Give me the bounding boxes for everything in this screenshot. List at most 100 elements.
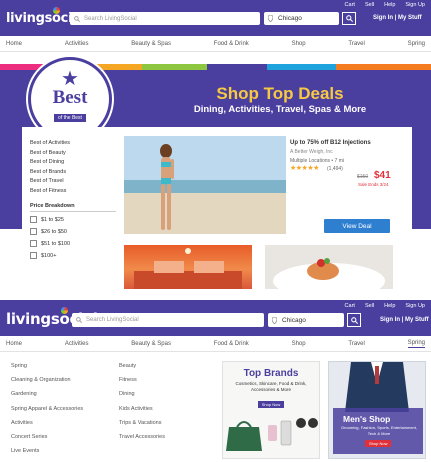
price-option-label: $1 to $25: [41, 216, 64, 223]
location-pin-icon: [272, 316, 277, 324]
category-link[interactable]: Best of Activities: [30, 139, 70, 149]
rating-stars-icon: ★★★★★: [290, 165, 319, 172]
location-input[interactable]: Chicago: [268, 313, 344, 327]
category-link[interactable]: Best of Beauty: [30, 149, 70, 159]
menu-item[interactable]: Fitness: [119, 373, 165, 387]
menu-item[interactable]: Concert Series: [11, 430, 83, 444]
nav-home[interactable]: Home: [6, 341, 22, 347]
price-checkbox[interactable]: $26 to $50: [30, 228, 67, 235]
sell-link[interactable]: Sell: [365, 303, 374, 309]
category-link[interactable]: Best of Travel: [30, 177, 70, 187]
location-input[interactable]: Chicago: [264, 12, 339, 25]
checkbox-icon[interactable]: [30, 240, 37, 247]
help-link[interactable]: Help: [384, 303, 395, 309]
nav-travel[interactable]: Travel: [348, 341, 364, 347]
price-breakdown-title: Price Breakdown: [30, 203, 75, 209]
cart-link[interactable]: Cart: [345, 303, 355, 309]
search-icon: [345, 15, 353, 22]
search-placeholder: Search LivingSocial: [86, 317, 139, 323]
food-image: [273, 258, 385, 289]
menu-item[interactable]: Activities: [11, 416, 83, 430]
checkbox-icon[interactable]: [30, 252, 37, 259]
shop-now-button[interactable]: Shop Now: [257, 401, 285, 408]
products-image: [226, 418, 318, 451]
promo-title: Men's Shop: [343, 414, 391, 424]
deal-thumbnail-spa[interactable]: [124, 245, 252, 289]
deal-image[interactable]: [124, 136, 286, 234]
signin-link[interactable]: Sign In | My Stuff: [380, 317, 429, 323]
deal-title[interactable]: Up to 75% off B12 Injections: [290, 140, 371, 146]
deal-thumbnail-food[interactable]: [265, 245, 393, 289]
search-icon: [76, 317, 82, 323]
checkbox-icon[interactable]: [30, 228, 37, 235]
price-checkbox[interactable]: $1 to $25: [30, 216, 64, 223]
sell-link[interactable]: Sell: [365, 2, 374, 8]
nav-activities[interactable]: Activities: [65, 341, 89, 347]
menu-item[interactable]: Travel Accessories: [119, 430, 165, 444]
help-link[interactable]: Help: [384, 2, 395, 8]
category-link[interactable]: Best of Brands: [30, 168, 70, 178]
menu-item[interactable]: Beauty: [119, 359, 165, 373]
price-option-label: $100+: [41, 252, 57, 259]
menu-item[interactable]: Live Events: [11, 444, 83, 458]
nav-beauty-spas[interactable]: Beauty & Spas: [131, 41, 171, 47]
nav-spring[interactable]: Spring: [407, 340, 425, 348]
checkbox-icon[interactable]: [30, 216, 37, 223]
nav-travel[interactable]: Travel: [348, 41, 364, 47]
nav-shop[interactable]: Shop: [292, 41, 306, 47]
category-link[interactable]: Best of Fitness: [30, 187, 70, 197]
beach-woman-image: [160, 144, 174, 230]
view-deal-button[interactable]: View Deal: [324, 219, 390, 233]
homepage-screenshot: Cart Sell Help Sign Up livingsocial Sear…: [0, 0, 431, 292]
nav-food-drink[interactable]: Food & Drink: [214, 41, 249, 47]
category-nav: Home Activities Beauty & Spas Food & Dri…: [0, 36, 431, 52]
nav-food-drink[interactable]: Food & Drink: [214, 341, 249, 347]
category-nav: Home Activities Beauty & Spas Food & Dri…: [0, 336, 431, 352]
cart-link[interactable]: Cart: [345, 2, 355, 8]
category-link[interactable]: Best of Dining: [30, 158, 70, 168]
menu-item[interactable]: Spring: [11, 359, 83, 373]
signin-link[interactable]: Sign In | My Stuff: [373, 15, 422, 21]
mens-shop-promo[interactable]: Men's Shop Grooming, Fashion, Sports, En…: [328, 361, 426, 459]
menu-item[interactable]: Dining: [119, 387, 165, 401]
divider: [30, 211, 116, 212]
nav-spring[interactable]: Spring: [408, 41, 425, 47]
utility-links: Cart Sell Help Sign Up: [345, 2, 425, 8]
promo-title: Top Brands: [243, 368, 299, 379]
badge-ribbon: of the Best: [54, 114, 86, 122]
location-value: Chicago: [278, 15, 302, 22]
menu-item[interactable]: Trips & Vacations: [119, 416, 165, 430]
header-bar: Cart Sell Help Sign Up livingsocial Sear…: [0, 0, 431, 36]
price-checkbox[interactable]: $51 to $100: [30, 240, 70, 247]
location-value: Chicago: [282, 316, 306, 324]
menu-item[interactable]: Spring Apparel & Accessories: [11, 402, 83, 416]
search-icon: [350, 316, 358, 324]
search-input[interactable]: Search LivingSocial: [70, 12, 260, 25]
shop-now-button[interactable]: Shop Now: [365, 440, 392, 447]
category-list: Best of Activities Best of Beauty Best o…: [30, 139, 70, 196]
nav-activities[interactable]: Activities: [65, 41, 89, 47]
spring-menu-column: Spring Cleaning & Organization Gardening…: [11, 359, 83, 458]
promo-subtitle: Grooming, Fashion, Sports, Entertainment…: [340, 425, 418, 436]
search-icon: [74, 15, 80, 22]
promo-subtitle: Cosmetics, Skincare, Food & Drink, Acces…: [235, 381, 307, 392]
menu-item[interactable]: Gardening: [11, 387, 83, 401]
spring-menu-screenshot: Cart Sell Help Sign Up livingsocial Sear…: [0, 300, 431, 462]
utility-links: Cart Sell Help Sign Up: [345, 303, 425, 309]
price-checkbox[interactable]: $100+: [30, 252, 56, 259]
signup-link[interactable]: Sign Up: [405, 2, 425, 8]
search-placeholder: Search LivingSocial: [84, 15, 137, 22]
menu-item[interactable]: Kids Activities: [119, 402, 165, 416]
search-button[interactable]: [347, 313, 361, 327]
top-brands-promo[interactable]: Top Brands Cosmetics, Skincare, Food & D…: [222, 361, 320, 459]
menu-item[interactable]: Cleaning & Organization: [11, 373, 83, 387]
search-input[interactable]: Search LivingSocial: [72, 313, 264, 327]
nav-beauty-spas[interactable]: Beauty & Spas: [131, 341, 171, 347]
nav-shop[interactable]: Shop: [292, 341, 306, 347]
deal-price: $41: [374, 170, 391, 181]
search-button[interactable]: [342, 12, 356, 25]
signup-link[interactable]: Sign Up: [405, 303, 425, 309]
nav-home[interactable]: Home: [6, 41, 22, 47]
original-price: $150: [357, 174, 369, 180]
location-pin-icon: [268, 15, 273, 22]
